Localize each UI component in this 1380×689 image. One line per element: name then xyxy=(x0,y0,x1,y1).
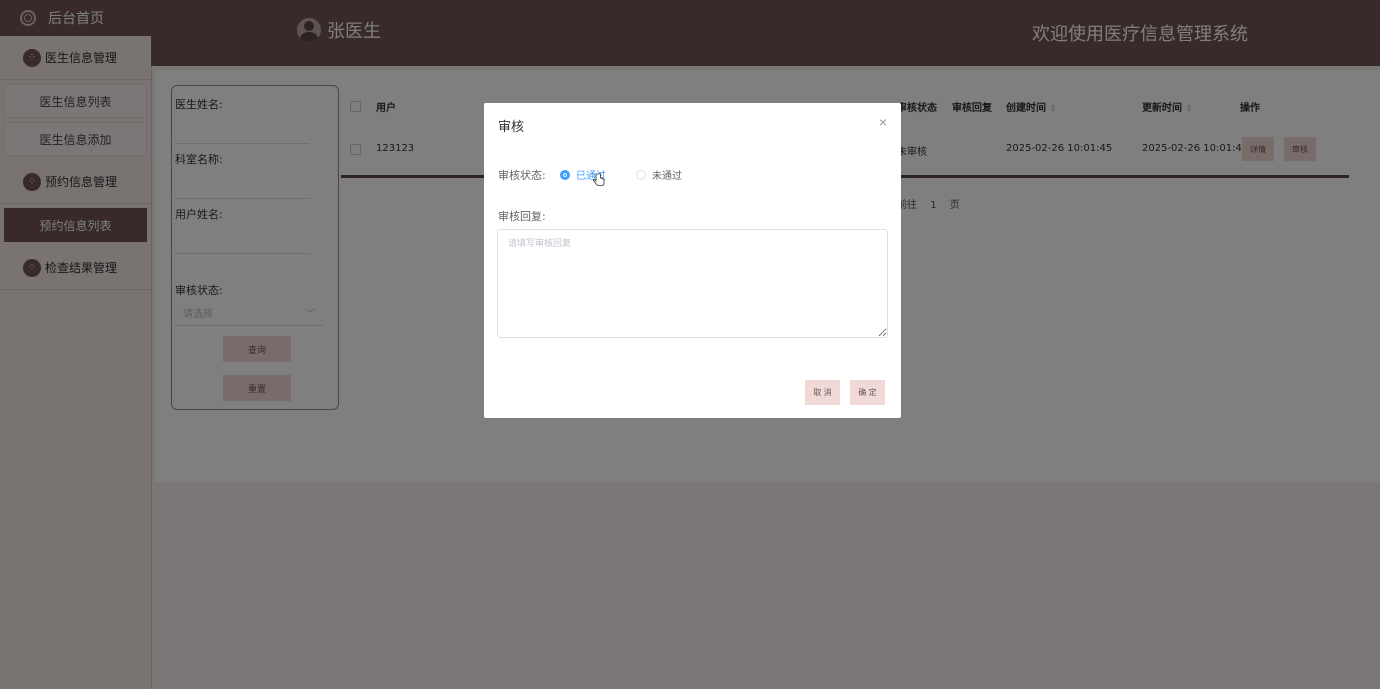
close-icon[interactable]: × xyxy=(879,114,887,130)
audit-dialog: 审核 × 审核状态: 已通过 未通过 审核回复: 取 消 确 定 xyxy=(484,103,901,418)
cancel-button[interactable]: 取 消 xyxy=(805,380,840,405)
audit-reply-textarea[interactable] xyxy=(497,229,888,338)
radio-unchecked-icon xyxy=(636,169,646,180)
radio-failed[interactable]: 未通过 xyxy=(636,167,682,182)
hand-cursor-icon xyxy=(593,173,605,186)
audit-reply-label: 审核回复: xyxy=(498,210,546,223)
audit-status-label: 审核状态: xyxy=(498,169,546,182)
dialog-title: 审核 xyxy=(498,120,525,135)
radio-failed-label: 未通过 xyxy=(652,171,682,182)
radio-checked-icon xyxy=(560,169,570,180)
confirm-button[interactable]: 确 定 xyxy=(850,380,885,405)
